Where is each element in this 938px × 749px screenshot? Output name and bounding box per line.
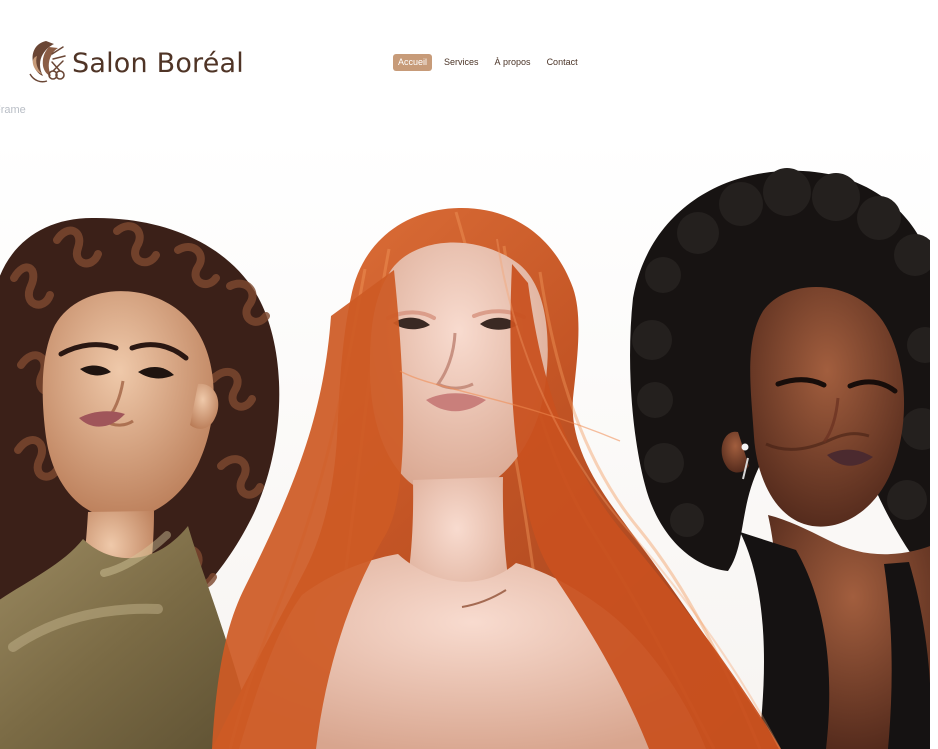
brand-home-link[interactable]: Salon Boréal (24, 38, 244, 86)
nav-item-accueil[interactable]: Accueil (393, 54, 433, 71)
site-header: Salon Boréal Accueil Services À propos C… (0, 0, 938, 110)
nav-item-contact[interactable]: Contact (543, 54, 582, 71)
editor-frame-label: Frame (0, 104, 26, 116)
hair-scissors-logo-icon (24, 38, 66, 86)
main-navigation: Accueil Services À propos Contact (393, 54, 582, 71)
hero-portrait-image (0, 135, 938, 749)
nav-item-services[interactable]: Services (440, 54, 483, 71)
nav-item-a-propos[interactable]: À propos (491, 54, 535, 71)
page-root: Salon Boréal Accueil Services À propos C… (0, 0, 938, 749)
hero-section (0, 135, 938, 749)
brand-name: Salon Boréal (72, 47, 245, 79)
